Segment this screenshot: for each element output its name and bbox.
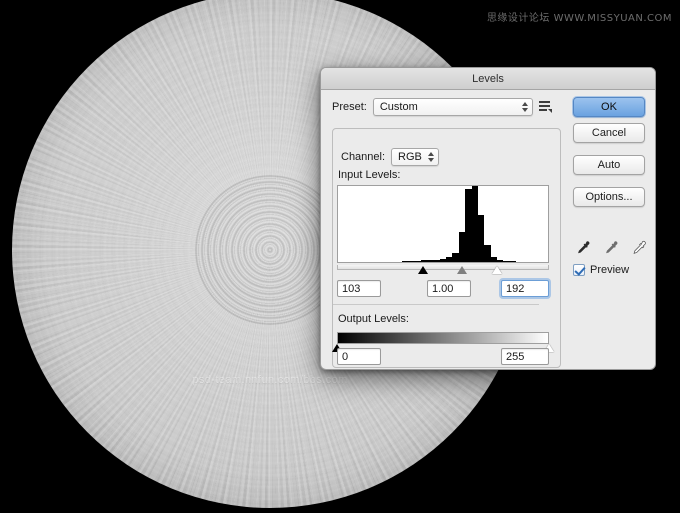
channel-value: RGB [398,151,422,163]
histogram-bars [338,186,548,262]
channel-row: Channel: RGB [337,148,444,166]
chevron-updown-icon [521,102,528,112]
input-midtone-field[interactable]: 1.00 [427,280,471,297]
preset-select[interactable]: Custom [372,98,533,116]
levels-dialog[interactable]: Levels Preset: Custom Channel: RGB Input… [320,67,656,370]
input-highlight-field[interactable]: 192 [501,280,549,297]
eyedropper-white-point-icon[interactable] [631,240,647,256]
input-shadow-field[interactable]: 103 [337,280,381,297]
cancel-button[interactable]: Cancel [573,123,645,143]
section-divider [333,304,539,305]
artwork-embedded-watermark: psd-team.nnfun.com/bbs.com [192,373,348,386]
ok-button[interactable]: OK [573,97,645,117]
preview-row[interactable]: Preview [573,264,629,276]
eyedropper-gray-point-icon[interactable] [603,240,619,256]
preview-label: Preview [590,264,630,276]
chevron-updown-icon [428,152,435,162]
preset-options-menu-icon[interactable] [538,101,552,113]
output-min-field[interactable]: 0 [337,348,381,365]
eyedropper-black-point-icon[interactable] [575,240,591,256]
channel-label: Channel: [341,151,386,163]
preset-value: Custom [379,101,418,113]
output-max-field[interactable]: 255 [501,348,549,365]
output-levels-gradient[interactable] [337,332,549,344]
output-levels-label: Output Levels: [338,313,409,325]
input-levels-slider-track[interactable] [337,265,549,270]
input-black-point-handle[interactable] [417,266,428,274]
dialog-title: Levels [472,72,504,85]
corner-watermark: 思缘设计论坛 WWW.MISSYUAN.COM [486,13,672,24]
preset-label: Preset: [332,101,367,113]
input-white-point-handle[interactable] [491,266,502,274]
eyedropper-group [575,240,647,256]
options-button[interactable]: Options... [573,187,645,207]
input-midtone-handle[interactable] [457,266,468,274]
preview-checkbox[interactable] [573,264,585,276]
dialog-titlebar[interactable]: Levels [321,68,655,90]
histogram[interactable] [337,185,549,263]
channel-select[interactable]: RGB [391,148,440,166]
input-levels-label: Input Levels: [338,169,401,181]
auto-button[interactable]: Auto [573,155,645,175]
preset-row: Preset: Custom [332,98,552,116]
screen: psd-team.nnfun.com/bbs.com 思缘设计论坛 WWW.MI… [0,0,680,513]
